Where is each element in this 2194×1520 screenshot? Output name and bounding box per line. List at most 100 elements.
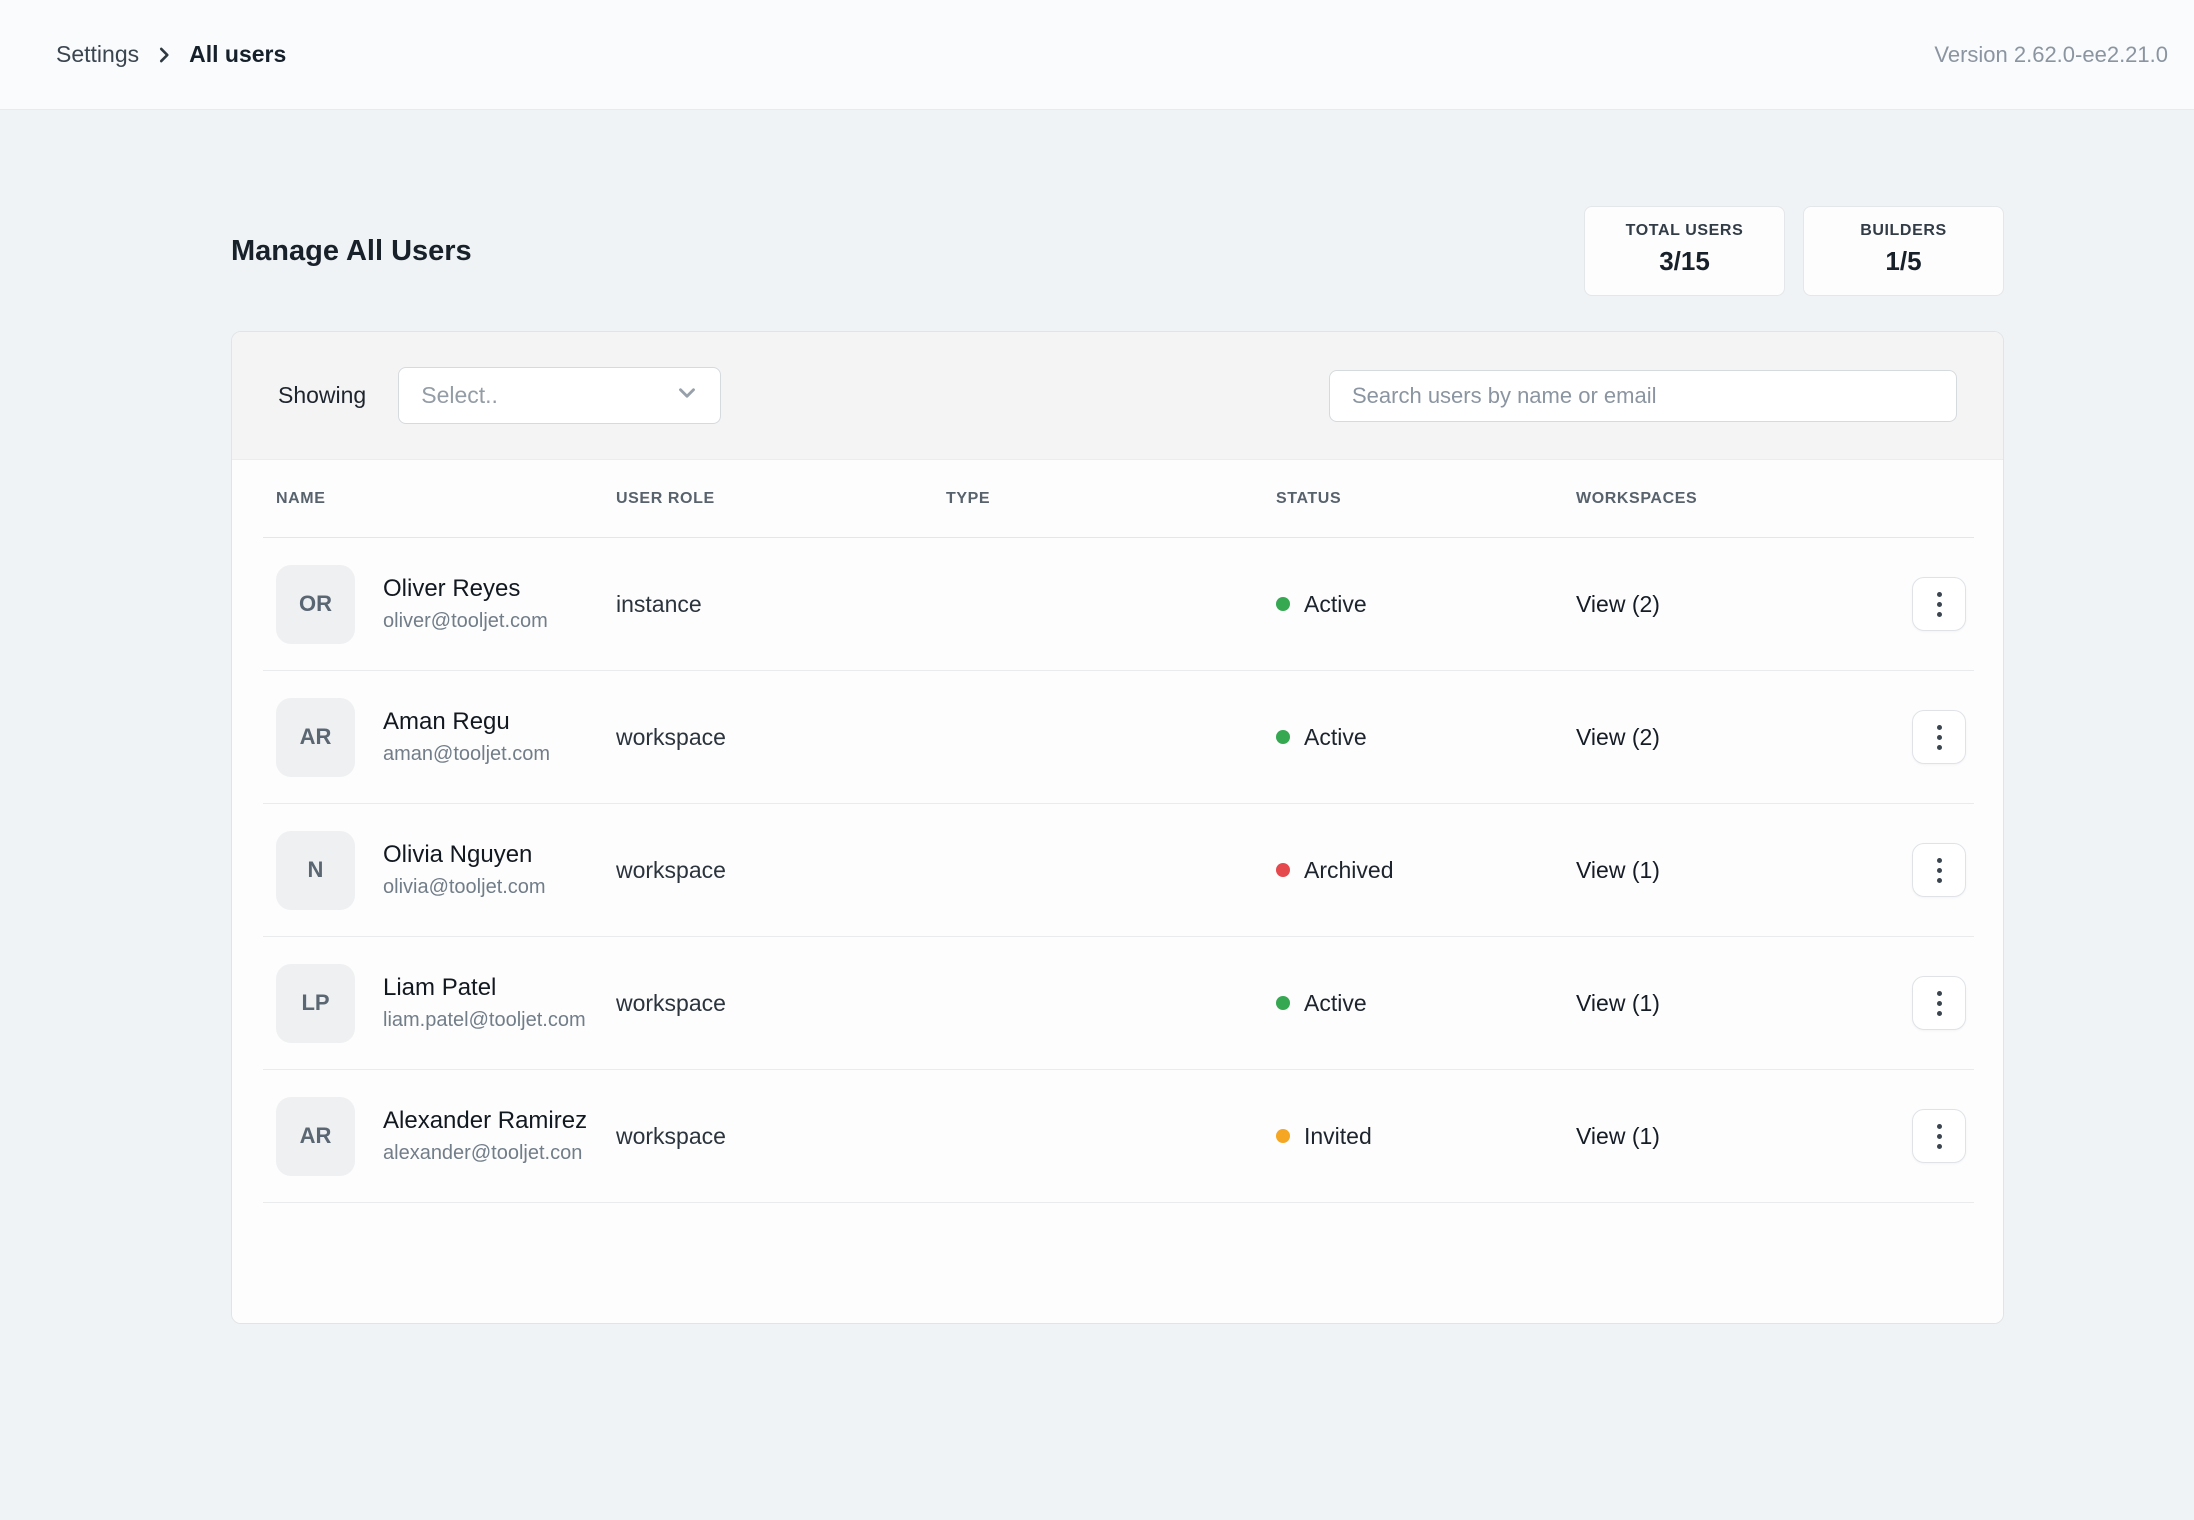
row-actions bbox=[1904, 1109, 1974, 1163]
status-dot bbox=[1276, 1129, 1290, 1143]
column-header-workspaces: WORKSPACES bbox=[1576, 490, 1904, 508]
row-actions-button[interactable] bbox=[1912, 577, 1966, 631]
avatar: LP bbox=[276, 964, 355, 1043]
version-label: Version 2.62.0-ee2.21.0 bbox=[1934, 42, 2168, 68]
user-name: Olivia Nguyen bbox=[383, 841, 546, 869]
user-email: aman@tooljet.com bbox=[383, 743, 550, 766]
user-role: workspace bbox=[616, 1123, 946, 1150]
stat-value: 1/5 bbox=[1828, 246, 1979, 277]
user-role: instance bbox=[616, 591, 946, 618]
table-row: N Olivia Nguyen olivia@tooljet.com works… bbox=[263, 804, 1974, 937]
row-actions bbox=[1904, 843, 1974, 897]
row-actions-button[interactable] bbox=[1912, 1109, 1966, 1163]
table-bottom-space bbox=[263, 1203, 1974, 1323]
avatar: AR bbox=[276, 698, 355, 777]
user-name-cell: AR Alexander Ramirez alexander@tooljet.c… bbox=[276, 1097, 616, 1176]
view-workspaces-link[interactable]: View (2) bbox=[1576, 591, 1904, 618]
status-label: Active bbox=[1304, 724, 1367, 751]
user-table-body: OR Oliver Reyes oliver@tooljet.com insta… bbox=[263, 538, 1974, 1203]
chevron-down-icon bbox=[674, 380, 700, 411]
view-workspaces-link[interactable]: View (1) bbox=[1576, 1123, 1904, 1150]
user-name: Liam Patel bbox=[383, 974, 586, 1002]
breadcrumb: Settings All users bbox=[56, 41, 286, 68]
kebab-dot bbox=[1937, 602, 1942, 607]
status-label: Invited bbox=[1304, 1123, 1372, 1150]
user-status: Active bbox=[1276, 990, 1576, 1017]
user-email: olivia@tooljet.com bbox=[383, 876, 546, 899]
stat-label: TOTAL USERS bbox=[1609, 222, 1760, 240]
table-row: OR Oliver Reyes oliver@tooljet.com insta… bbox=[263, 538, 1974, 671]
status-label: Active bbox=[1304, 990, 1367, 1017]
table-row: LP Liam Patel liam.patel@tooljet.com wor… bbox=[263, 937, 1974, 1070]
kebab-dot bbox=[1937, 858, 1942, 863]
stat-card-total-users: TOTAL USERS 3/15 bbox=[1584, 206, 1785, 296]
users-table: NAME USER ROLE TYPE STATUS WORKSPACES OR… bbox=[232, 460, 2003, 1323]
stat-card-builders: BUILDERS 1/5 bbox=[1803, 206, 2004, 296]
row-actions-button[interactable] bbox=[1912, 710, 1966, 764]
chevron-right-icon bbox=[153, 44, 175, 66]
kebab-dot bbox=[1937, 991, 1942, 996]
user-name-cell: OR Oliver Reyes oliver@tooljet.com bbox=[276, 565, 616, 644]
user-name-cell: AR Aman Regu aman@tooljet.com bbox=[276, 698, 616, 777]
status-dot bbox=[1276, 863, 1290, 877]
status-dot bbox=[1276, 996, 1290, 1010]
user-name: Oliver Reyes bbox=[383, 575, 548, 603]
page-title: Manage All Users bbox=[231, 235, 472, 268]
avatar: OR bbox=[276, 565, 355, 644]
showing-select-value: Select.. bbox=[421, 382, 498, 409]
top-bar: Settings All users Version 2.62.0-ee2.21… bbox=[0, 0, 2194, 110]
user-status: Active bbox=[1276, 591, 1576, 618]
kebab-dot bbox=[1937, 725, 1942, 730]
row-actions bbox=[1904, 577, 1974, 631]
user-email: liam.patel@tooljet.com bbox=[383, 1009, 586, 1032]
user-role: workspace bbox=[616, 990, 946, 1017]
user-role: workspace bbox=[616, 857, 946, 884]
user-status: Invited bbox=[1276, 1123, 1576, 1150]
kebab-dot bbox=[1937, 592, 1942, 597]
users-panel: Showing Select.. NAME USER ROLE TYPE STA… bbox=[231, 331, 2004, 1324]
filter-bar: Showing Select.. bbox=[232, 332, 2003, 460]
kebab-dot bbox=[1937, 1001, 1942, 1006]
kebab-dot bbox=[1937, 878, 1942, 883]
user-name: Aman Regu bbox=[383, 708, 550, 736]
kebab-dot bbox=[1937, 612, 1942, 617]
status-dot bbox=[1276, 730, 1290, 744]
row-actions-button[interactable] bbox=[1912, 976, 1966, 1030]
status-dot bbox=[1276, 597, 1290, 611]
stat-value: 3/15 bbox=[1609, 246, 1760, 277]
breadcrumb-settings[interactable]: Settings bbox=[56, 41, 139, 68]
column-header-status: STATUS bbox=[1276, 490, 1576, 508]
kebab-dot bbox=[1937, 868, 1942, 873]
main-content: Manage All Users TOTAL USERS 3/15 BUILDE… bbox=[231, 206, 2004, 1324]
table-row: AR Alexander Ramirez alexander@tooljet.c… bbox=[263, 1070, 1974, 1203]
view-workspaces-link[interactable]: View (2) bbox=[1576, 724, 1904, 751]
avatar: AR bbox=[276, 1097, 355, 1176]
user-role: workspace bbox=[616, 724, 946, 751]
user-name: Alexander Ramirez bbox=[383, 1107, 587, 1135]
stats-cards: TOTAL USERS 3/15 BUILDERS 1/5 bbox=[1584, 206, 2004, 296]
kebab-dot bbox=[1937, 735, 1942, 740]
user-status: Active bbox=[1276, 724, 1576, 751]
row-actions bbox=[1904, 710, 1974, 764]
view-workspaces-link[interactable]: View (1) bbox=[1576, 857, 1904, 884]
kebab-dot bbox=[1937, 1134, 1942, 1139]
row-actions bbox=[1904, 976, 1974, 1030]
avatar: N bbox=[276, 831, 355, 910]
kebab-dot bbox=[1937, 1144, 1942, 1149]
view-workspaces-link[interactable]: View (1) bbox=[1576, 990, 1904, 1017]
user-status: Archived bbox=[1276, 857, 1576, 884]
user-name-cell: N Olivia Nguyen olivia@tooljet.com bbox=[276, 831, 616, 910]
user-name-cell: LP Liam Patel liam.patel@tooljet.com bbox=[276, 964, 616, 1043]
showing-select[interactable]: Select.. bbox=[398, 367, 721, 424]
row-actions-button[interactable] bbox=[1912, 843, 1966, 897]
stat-label: BUILDERS bbox=[1828, 222, 1979, 240]
column-header-user-role: USER ROLE bbox=[616, 490, 946, 508]
table-row: AR Aman Regu aman@tooljet.com workspace … bbox=[263, 671, 1974, 804]
status-label: Archived bbox=[1304, 857, 1393, 884]
showing-label: Showing bbox=[278, 382, 366, 409]
kebab-dot bbox=[1937, 745, 1942, 750]
column-header-name: NAME bbox=[276, 490, 616, 508]
column-header-type: TYPE bbox=[946, 490, 1276, 508]
search-users-input[interactable] bbox=[1329, 370, 1957, 422]
breadcrumb-current-page: All users bbox=[189, 41, 286, 68]
